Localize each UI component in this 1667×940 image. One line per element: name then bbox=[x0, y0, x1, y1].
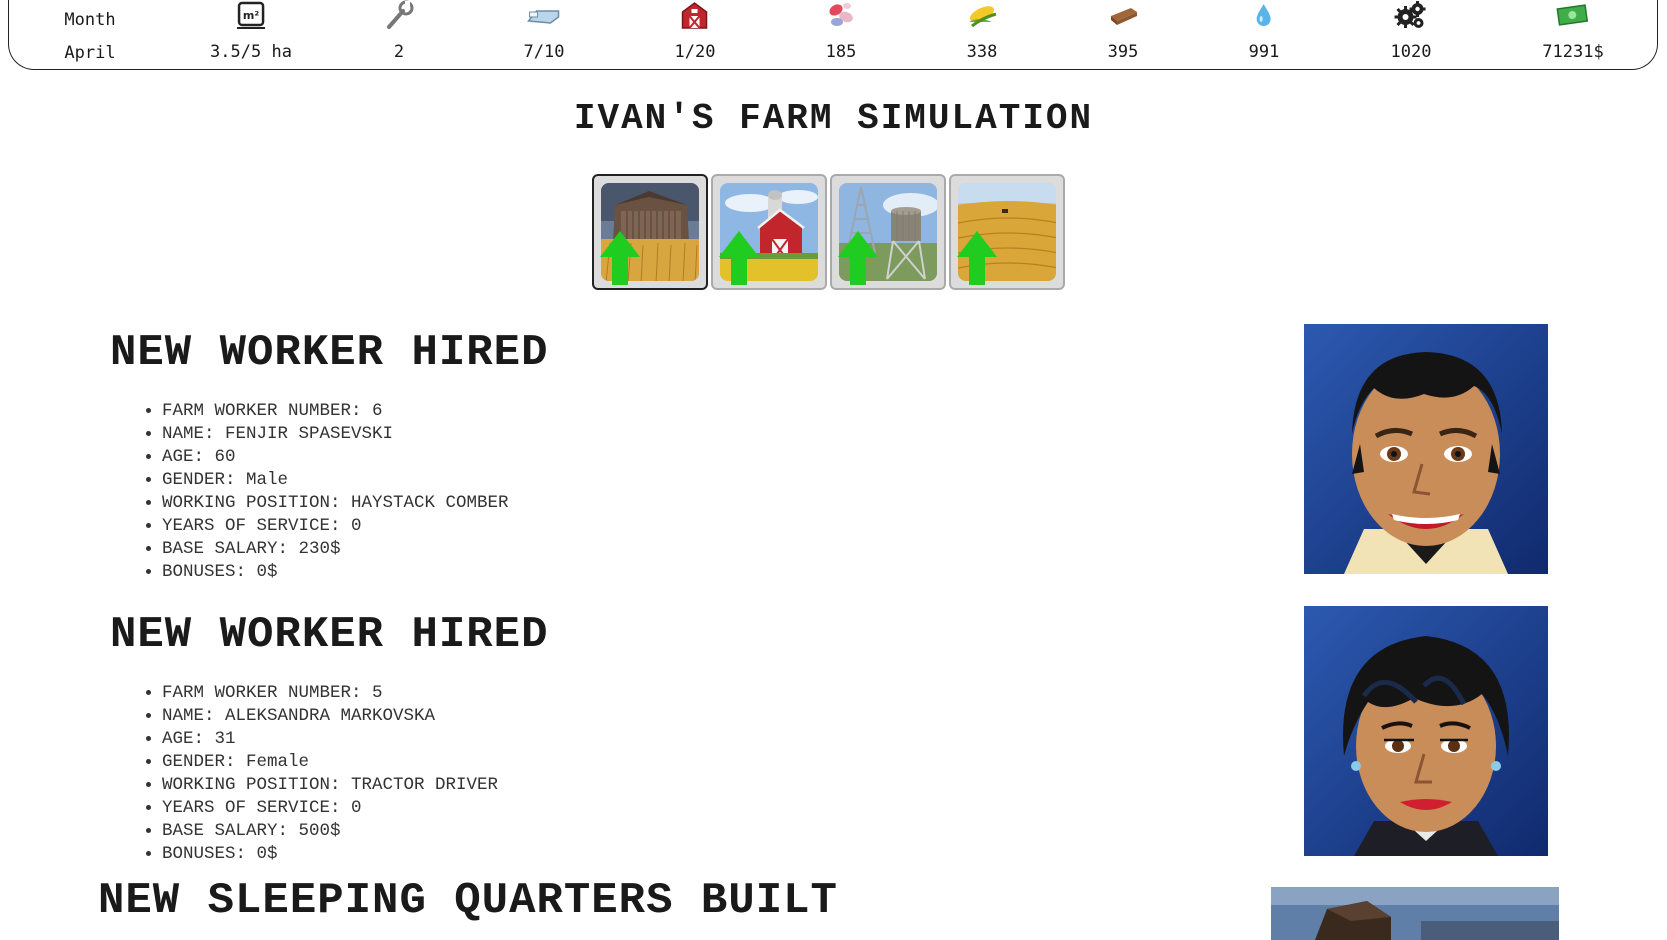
page-title: IVAN'S FARM SIMULATION bbox=[573, 98, 1094, 139]
corn-icon bbox=[966, 0, 998, 30]
stat-tools-value: 2 bbox=[393, 42, 405, 62]
stats-bar: Month April m² 3.5/5 ha 2 7/10 1/20 185 bbox=[8, 0, 1658, 70]
thumb-water-tower[interactable] bbox=[830, 174, 946, 290]
list-item: BONUSES: 0$ bbox=[162, 561, 509, 584]
stat-barns: 1/20 bbox=[674, 0, 716, 70]
list-item: WORKING POSITION: HAYSTACK COMBER bbox=[162, 492, 509, 515]
upgrade-arrow-icon bbox=[719, 231, 759, 285]
stat-tools: 2 bbox=[383, 0, 415, 70]
list-item: AGE: 31 bbox=[162, 728, 498, 751]
wood-icon bbox=[1107, 0, 1139, 30]
stat-water: 991 bbox=[1248, 0, 1280, 70]
female-worker-portrait bbox=[1304, 606, 1548, 856]
event-heading: NEW SLEEPING QUARTERS BUILT bbox=[98, 876, 838, 926]
stat-parts: 1020 bbox=[1390, 0, 1432, 70]
stat-month: Month April bbox=[64, 0, 115, 70]
stat-beds-value: 7/10 bbox=[523, 42, 565, 62]
upgrade-arrow-icon bbox=[838, 231, 878, 285]
list-item: BONUSES: 0$ bbox=[162, 843, 498, 866]
stat-month-value: April bbox=[64, 43, 116, 63]
list-item: NAME: ALEKSANDRA MARKOVSKA bbox=[162, 705, 498, 728]
area-m2-icon: m² bbox=[210, 0, 292, 30]
stat-seeds: 185 bbox=[825, 0, 857, 70]
upgrade-arrow-icon bbox=[957, 231, 997, 285]
stat-barns-value: 1/20 bbox=[674, 42, 716, 62]
thumb-wheat-field[interactable] bbox=[949, 174, 1065, 290]
list-item: FARM WORKER NUMBER: 5 bbox=[162, 682, 498, 705]
stat-land-value: 3.5/5 ha bbox=[210, 42, 292, 62]
event-heading: NEW WORKER HIRED bbox=[110, 328, 549, 378]
list-item: BASE SALARY: 230$ bbox=[162, 538, 509, 561]
event-heading: NEW WORKER HIRED bbox=[110, 610, 549, 660]
upgrade-thumbnails bbox=[592, 174, 1065, 290]
stat-land: m² 3.5/5 ha bbox=[210, 0, 292, 70]
male-worker-portrait bbox=[1304, 324, 1548, 574]
list-item: AGE: 60 bbox=[162, 446, 509, 469]
bed-icon bbox=[524, 0, 565, 30]
stat-corn: 338 bbox=[966, 0, 998, 70]
list-item: GENDER: Female bbox=[162, 751, 498, 774]
stat-parts-value: 1020 bbox=[1390, 42, 1432, 62]
list-item: WORKING POSITION: TRACTOR DRIVER bbox=[162, 774, 498, 797]
list-item: GENDER: Male bbox=[162, 469, 509, 492]
stat-wood: 395 bbox=[1107, 0, 1139, 70]
wrench-icon bbox=[383, 0, 415, 30]
thumb-red-barn-silo[interactable] bbox=[711, 174, 827, 290]
list-item: BASE SALARY: 500$ bbox=[162, 820, 498, 843]
list-item: NAME: FENJIR SPASEVSKI bbox=[162, 423, 509, 446]
worker-details-list: FARM WORKER NUMBER: 5 NAME: ALEKSANDRA M… bbox=[140, 682, 498, 866]
upgrade-arrow-icon bbox=[600, 231, 640, 285]
gears-icon bbox=[1391, 0, 1432, 30]
sleeping-quarters-image bbox=[1271, 887, 1559, 940]
stat-seeds-value: 185 bbox=[825, 42, 857, 62]
worker-details-list: FARM WORKER NUMBER: 6 NAME: FENJIR SPASE… bbox=[140, 400, 509, 584]
thumb-barn-field[interactable] bbox=[592, 174, 708, 290]
water-drop-icon bbox=[1249, 0, 1280, 30]
stat-corn-value: 338 bbox=[966, 42, 998, 62]
list-item: YEARS OF SERVICE: 0 bbox=[162, 515, 509, 538]
stat-wood-value: 395 bbox=[1107, 42, 1139, 62]
stat-month-label: Month bbox=[64, 10, 116, 30]
stat-money-value: 71231$ bbox=[1542, 42, 1604, 62]
list-item: FARM WORKER NUMBER: 6 bbox=[162, 400, 509, 423]
list-item: YEARS OF SERVICE: 0 bbox=[162, 797, 498, 820]
barn-icon bbox=[675, 0, 716, 30]
money-icon bbox=[1542, 0, 1603, 30]
seeds-icon bbox=[825, 0, 857, 30]
stat-water-value: 991 bbox=[1248, 42, 1280, 62]
stat-money: 71231$ bbox=[1542, 0, 1604, 70]
svg-text:m²: m² bbox=[243, 9, 259, 22]
stat-beds: 7/10 bbox=[523, 0, 565, 70]
